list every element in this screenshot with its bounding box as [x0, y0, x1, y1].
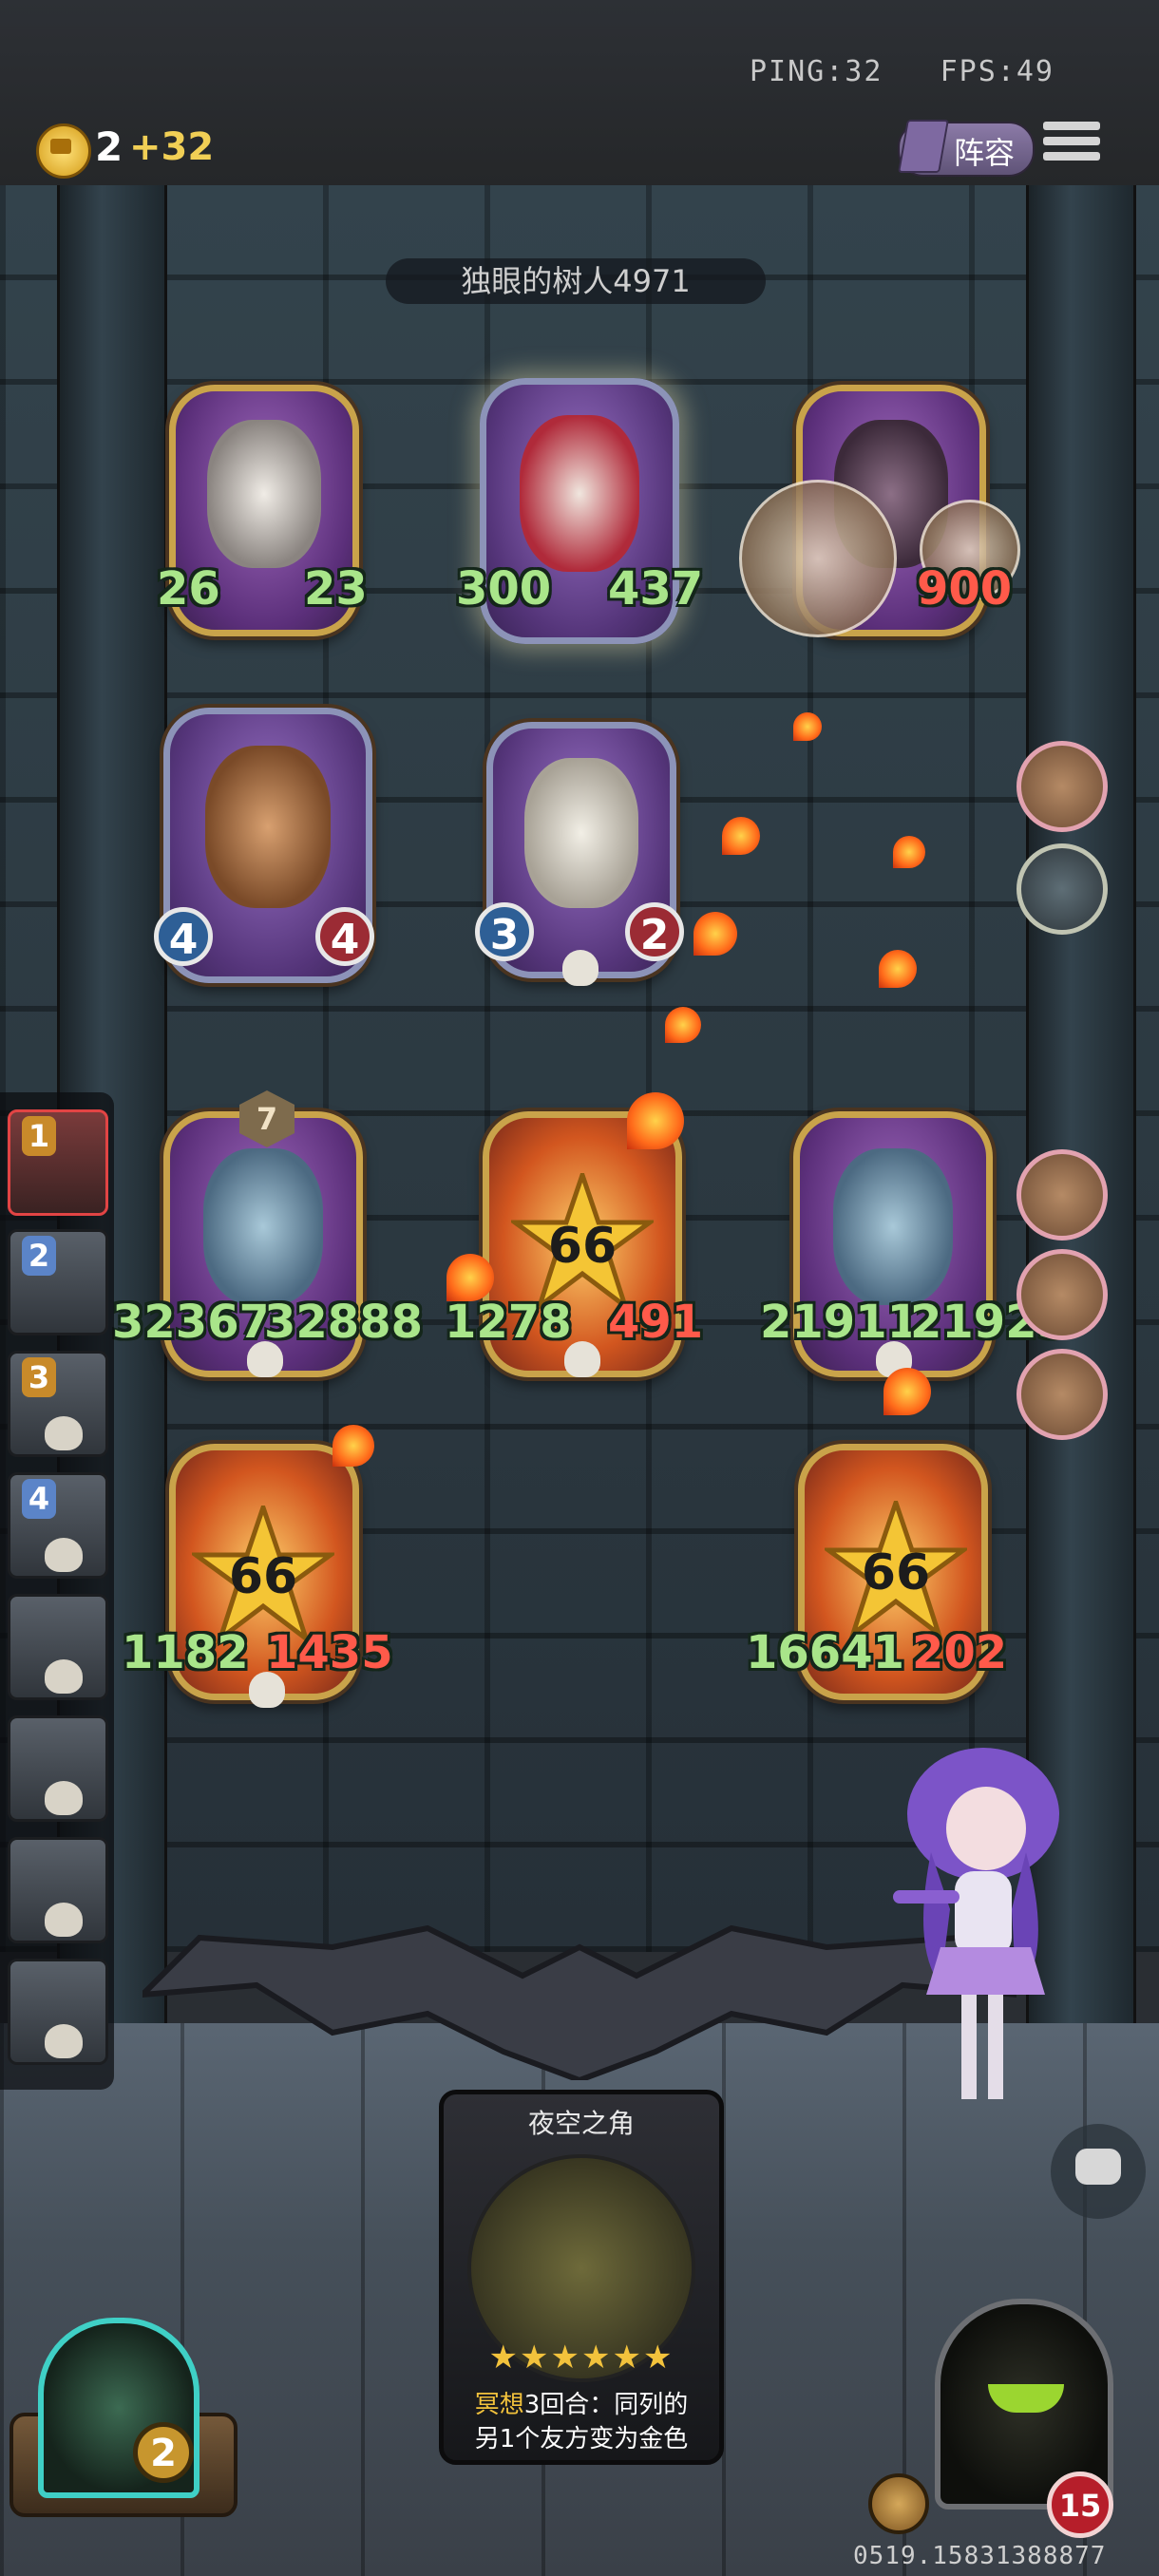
player-burning-center-attack: 1278	[445, 1296, 572, 1349]
skull-icon	[45, 1659, 83, 1694]
enemy-pirate-health: 900	[917, 562, 1013, 616]
roster-slot-5[interactable]	[8, 1594, 108, 1700]
damage-number: 66	[228, 1548, 298, 1605]
menu-line-icon	[1043, 137, 1100, 145]
fire-particle	[627, 1092, 684, 1149]
cannon-item-icon[interactable]	[1016, 1149, 1108, 1241]
network-stats: PING:32 FPS:49	[750, 55, 1054, 88]
ping-text: PING:32	[750, 55, 884, 88]
cannon-item-icon[interactable]	[1016, 1249, 1108, 1340]
lineup-label: 阵容	[954, 135, 1016, 171]
menu-line-icon	[1043, 122, 1100, 130]
catapult-item-icon[interactable]	[1016, 741, 1108, 832]
fire-particle	[722, 817, 760, 855]
crown-icon	[50, 139, 71, 154]
skull-icon	[564, 1341, 600, 1377]
menu-line-icon	[1043, 152, 1100, 161]
skull-icon	[249, 1672, 285, 1708]
keyword-meditation: 冥想	[474, 2391, 524, 2419]
skull-icon	[45, 1781, 83, 1815]
enemy-rabbit-attack: 26	[157, 562, 220, 616]
player-burning-bl-attack: 1182	[122, 1626, 249, 1679]
mech-diver-art	[833, 1147, 953, 1305]
roster-slot-4[interactable]: 4	[8, 1472, 108, 1579]
enemy-pelican-health: 2	[625, 902, 684, 961]
rank-badge: 4	[22, 1479, 56, 1519]
rank-badge: 1	[22, 1116, 56, 1156]
roster-slot-8[interactable]	[8, 1959, 108, 2065]
skull-icon	[247, 1341, 283, 1377]
player-burning-center-health: 491	[608, 1296, 704, 1349]
fire-particle	[879, 950, 917, 988]
pelican-art	[524, 757, 638, 909]
fire-particle	[446, 1254, 494, 1301]
shield-icon[interactable]	[868, 2473, 929, 2534]
clown-art	[520, 414, 639, 572]
enemy-pelican-attack: 3	[475, 902, 534, 961]
star-rating: ★★★★★★	[488, 2339, 674, 2377]
player-mech-left-attack: 32367	[112, 1296, 271, 1349]
roster-slot-6[interactable]	[8, 1715, 108, 1822]
hand-card-description: 冥想3回合：同列的 另1个友方变为金色	[446, 2388, 716, 2456]
player-burning-br-health: 202	[912, 1626, 1008, 1679]
session-id: 0519.15831388877	[853, 2542, 1107, 2570]
skull-icon	[45, 2024, 83, 2058]
skull-icon	[45, 1416, 83, 1450]
roster-slot-7[interactable]	[8, 1837, 108, 1943]
desc-text-line2: 另1个友方变为金色	[474, 2425, 689, 2453]
enemy-rabbit-health: 23	[304, 562, 368, 616]
roster-slot-3[interactable]: 3	[8, 1351, 108, 1457]
skull-icon	[45, 1538, 83, 1572]
gold-income: +32	[129, 125, 215, 169]
rank-badge: 3	[22, 1357, 56, 1397]
skull-icon	[45, 1903, 83, 1937]
menu-button[interactable]	[1043, 122, 1100, 171]
horn-item-icon[interactable]	[1016, 843, 1108, 935]
enemy-name-banner: 独眼的树人4971	[386, 258, 766, 304]
fire-particle	[694, 912, 737, 956]
player-roster: 1 2 3 4	[0, 1092, 114, 2090]
damage-number: 66	[861, 1544, 931, 1601]
gold-amount: 2	[95, 123, 124, 170]
enemy-clown-health: 437	[608, 562, 704, 616]
fire-particle	[793, 712, 822, 741]
roster-slot-2[interactable]: 2	[8, 1229, 108, 1335]
lighthouse-item-icon[interactable]	[1016, 1349, 1108, 1440]
damage-number: 66	[547, 1218, 618, 1275]
hand-card-title: 夜空之角	[527, 2108, 635, 2139]
fan-icon	[739, 480, 897, 637]
hero-level-badge: 2	[133, 2422, 194, 2483]
roster-slot-1[interactable]: 1	[8, 1109, 108, 1216]
skull-icon	[562, 950, 598, 986]
fps-text: FPS:49	[940, 55, 1054, 88]
fire-particle	[884, 1368, 931, 1415]
enemy-monkey-attack: 4	[154, 907, 213, 966]
opponent-health-heart: 15	[1047, 2472, 1113, 2538]
rabbit-mask-art	[207, 420, 321, 568]
chat-bubble-icon	[1075, 2149, 1121, 2185]
player-burning-bl-health: 1435	[266, 1626, 393, 1679]
desc-text: 3回合：同列的	[523, 2391, 689, 2419]
mech-diver-art	[203, 1147, 323, 1305]
monkey-art	[205, 746, 331, 909]
player-mech-left-health: 32888	[264, 1296, 423, 1349]
rank-badge: 2	[22, 1236, 56, 1276]
enemy-clown-attack: 300	[456, 562, 552, 616]
enemy-monkey-health: 4	[315, 907, 374, 966]
player-burning-br-attack: 16641	[746, 1626, 904, 1679]
fire-particle	[665, 1007, 701, 1043]
fire-particle	[332, 1425, 374, 1467]
fire-particle	[893, 836, 925, 868]
heroine-character	[893, 1748, 1059, 2099]
